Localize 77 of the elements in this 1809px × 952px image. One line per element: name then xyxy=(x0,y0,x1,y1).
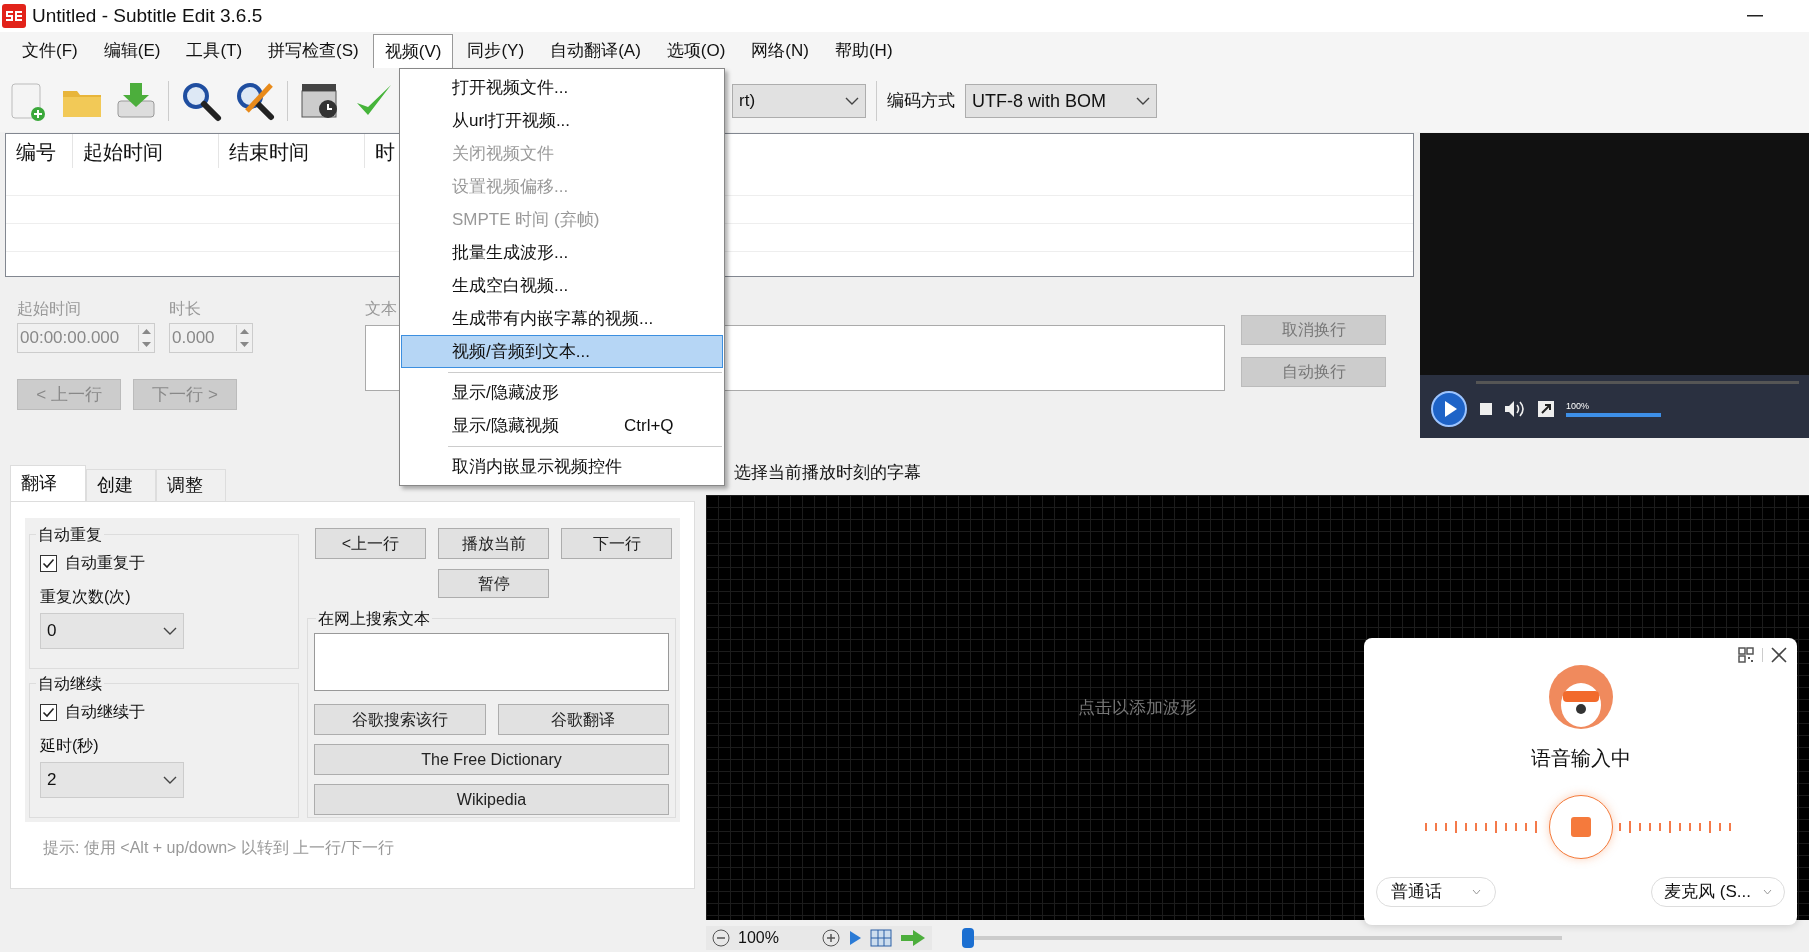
mascot-avatar-icon xyxy=(1548,665,1613,729)
google-translate-button[interactable]: 谷歌翻译 xyxy=(497,704,669,736)
select-field[interactable]: 2 xyxy=(40,762,184,798)
speaker-icon[interactable] xyxy=(1504,400,1526,418)
menu-item[interactable]: 网络(N) xyxy=(739,34,821,68)
menu-item[interactable]: 帮助(H) xyxy=(822,34,905,68)
zoom-in-icon[interactable] xyxy=(822,929,840,947)
field-label: 重复次数(次) xyxy=(40,587,132,607)
menu-item[interactable]: 打开视频文件... xyxy=(401,71,723,104)
tab[interactable]: 翻译 xyxy=(10,465,86,501)
chevron-down-icon xyxy=(845,97,859,105)
checkbox-label: 自动继续于 xyxy=(65,702,145,722)
play-icon[interactable] xyxy=(1430,390,1468,428)
fullscreen-icon[interactable] xyxy=(1538,401,1554,417)
chevron-down-icon xyxy=(163,627,177,635)
qr-code-icon[interactable] xyxy=(1738,647,1754,663)
menu-item[interactable]: 编辑(E) xyxy=(91,34,173,68)
tab[interactable]: 调整 xyxy=(156,469,226,501)
spinner-arrows[interactable] xyxy=(236,325,252,351)
seek-track[interactable] xyxy=(1476,381,1799,384)
checkbox[interactable] xyxy=(40,703,57,721)
menu-item[interactable]: 同步(Y) xyxy=(455,34,537,68)
previous-line-button[interactable]: <上一行 xyxy=(315,528,426,559)
select-field[interactable]: 0 xyxy=(40,613,184,649)
column-header[interactable]: 编号 xyxy=(6,134,73,168)
volume-reading: 100% xyxy=(1566,401,1591,411)
checkbox[interactable] xyxy=(40,554,57,572)
menu-item[interactable]: 文件(F) xyxy=(10,34,90,68)
encoding-label: 编码方式 xyxy=(887,90,955,113)
voice-status: 语音输入中 xyxy=(1530,746,1631,771)
chevron-down-icon xyxy=(1472,889,1481,895)
search-text-field[interactable] xyxy=(314,633,669,692)
position-thumb[interactable] xyxy=(962,928,974,948)
google-search-button[interactable]: 谷歌搜索该行 xyxy=(314,704,486,736)
play-current-button[interactable]: 播放当前 xyxy=(438,528,549,559)
field-label: 延时(秒) xyxy=(40,736,100,756)
format-dropdown[interactable]: rt) xyxy=(732,84,866,118)
menu-item[interactable]: 显示/隐藏波形 xyxy=(401,376,723,409)
start-time-label: 起始时间 xyxy=(17,299,82,319)
minimize-icon[interactable] xyxy=(1747,15,1763,17)
menu-item[interactable]: 显示/隐藏视频 Ctrl+Q xyxy=(401,409,723,442)
column-header[interactable]: 起始时间 xyxy=(73,134,219,168)
menu-item[interactable]: 批量生成波形... xyxy=(401,236,723,269)
encoding-dropdown[interactable]: UTF-8 with BOM xyxy=(965,84,1157,118)
menu-item[interactable]: 生成空白视频... xyxy=(401,269,723,302)
window-title: Untitled - Subtitle Edit 3.6.5 xyxy=(32,3,263,28)
close-icon[interactable] xyxy=(1771,647,1787,663)
menu-item[interactable]: 从url打开视频... xyxy=(401,104,723,137)
menu-item[interactable]: 自动翻译(A) xyxy=(538,34,653,68)
chevron-down-icon xyxy=(163,776,177,784)
checkbox-label: 自动重复于 xyxy=(65,553,145,573)
stop-recording-button[interactable] xyxy=(1548,795,1613,859)
text-label: 文本 xyxy=(365,299,397,319)
chevron-down-icon xyxy=(1763,889,1772,895)
menu-item[interactable]: 视频(V) xyxy=(372,34,454,68)
duration-label: 时长 xyxy=(169,299,202,319)
hint-text: 提示: 使用 <Alt + up/down> 以转到 上一行/下一行 xyxy=(43,838,395,858)
menu-item[interactable]: 生成带有内嵌字幕的视频... xyxy=(401,302,723,335)
next-line-button[interactable]: 下一行 xyxy=(561,528,672,559)
menu-item[interactable]: 选项(O) xyxy=(654,34,738,68)
arrow-icon[interactable] xyxy=(900,929,926,947)
checkbox-label: 选择当前播放时刻的字幕 xyxy=(734,462,921,485)
wikipedia-button[interactable]: Wikipedia xyxy=(314,784,669,816)
waveform-placeholder: 点击以添加波形 xyxy=(1078,696,1197,719)
menu-item[interactable]: 拼写检查(S) xyxy=(256,34,371,68)
chevron-down-icon xyxy=(1136,97,1150,105)
tab[interactable]: 创建 xyxy=(86,469,156,501)
menu-item[interactable]: 取消内嵌显示视频控件 xyxy=(401,450,723,483)
spinner-arrows[interactable] xyxy=(138,325,154,351)
pause-button[interactable]: 暂停 xyxy=(438,569,549,599)
menu-item[interactable]: 视频/音频到文本... xyxy=(401,335,723,368)
column-header[interactable]: 结束时间 xyxy=(219,134,365,168)
menu-item[interactable]: 工具(T) xyxy=(174,34,255,68)
zoom-out-icon[interactable] xyxy=(712,929,730,947)
stop-icon xyxy=(1570,817,1591,837)
grid-icon[interactable] xyxy=(870,929,892,947)
dictionary-button[interactable]: The Free Dictionary xyxy=(314,744,669,776)
